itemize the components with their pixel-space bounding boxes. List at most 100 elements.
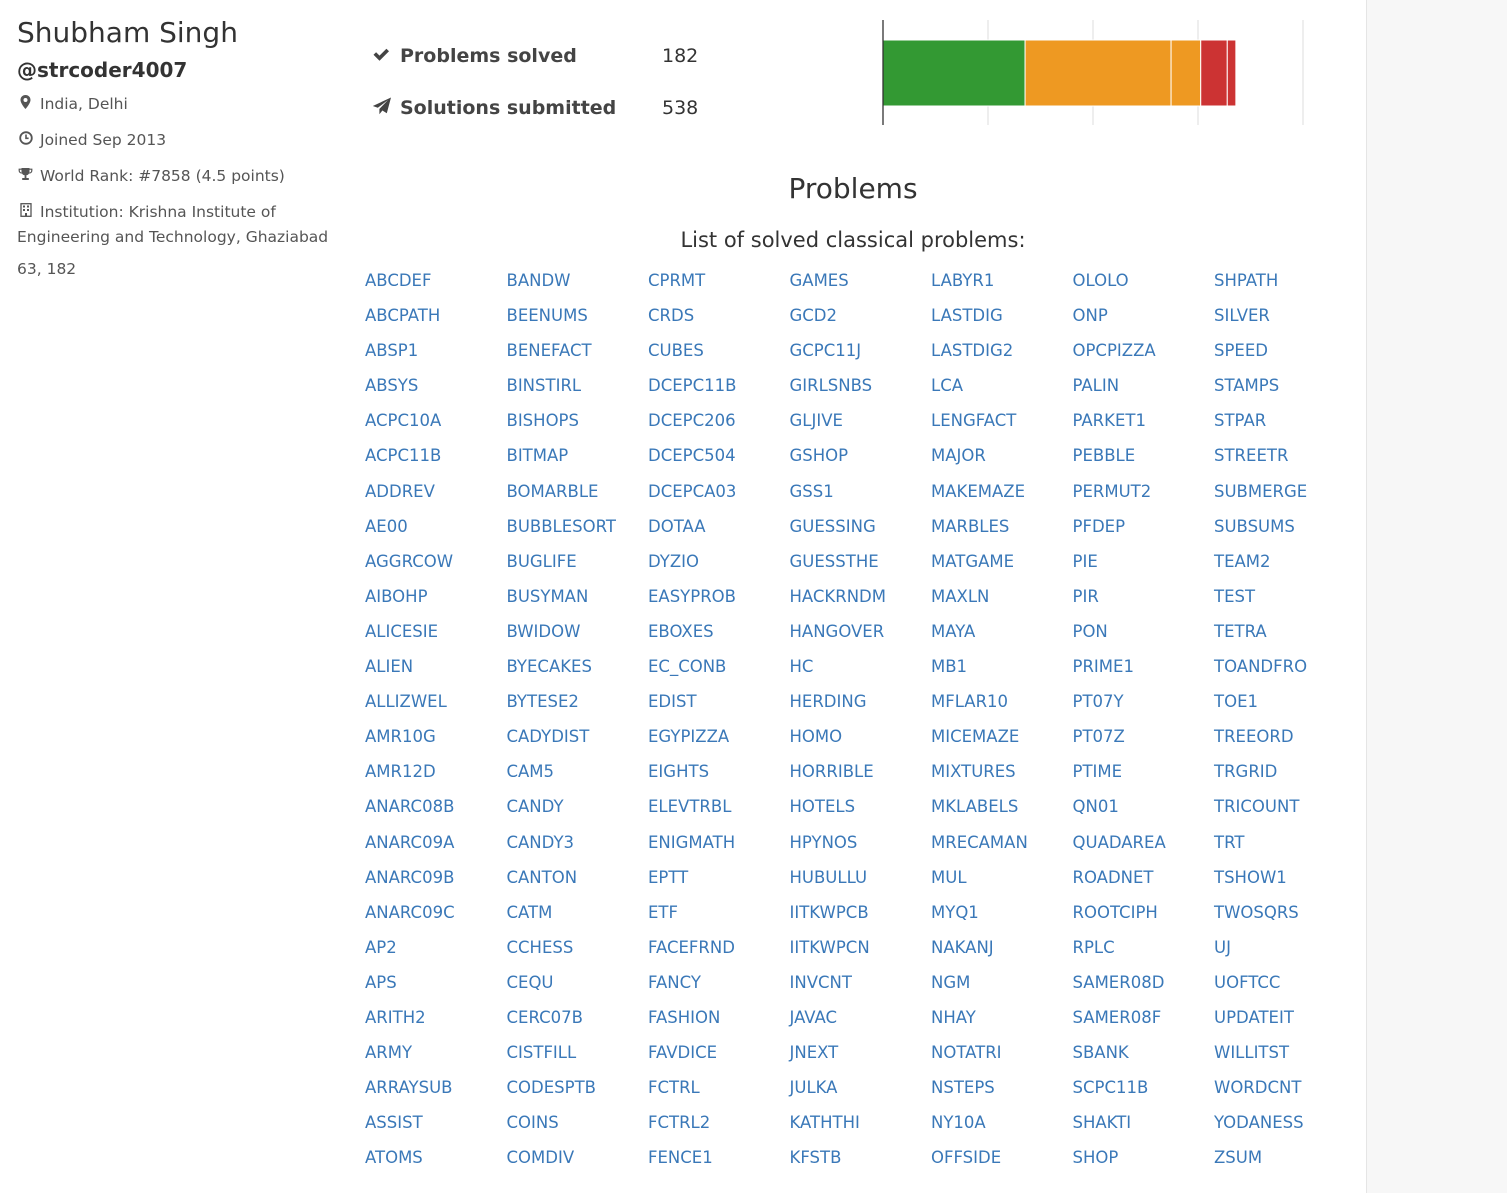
problem-link[interactable]: STREETR <box>1214 438 1356 473</box>
problem-link[interactable]: AGGRCOW <box>365 544 507 579</box>
problem-link[interactable]: AE00 <box>365 509 507 544</box>
problem-link[interactable]: BISHOPS <box>507 403 649 438</box>
problem-link[interactable]: DYZIO <box>648 544 790 579</box>
problem-link[interactable]: MRECAMAN <box>931 825 1073 860</box>
problem-link[interactable]: CATM <box>507 895 649 930</box>
problem-link[interactable]: BYTESE2 <box>507 684 649 719</box>
problem-link[interactable]: AIBOHP <box>365 579 507 614</box>
problem-link[interactable]: HORRIBLE <box>790 754 932 789</box>
problem-link[interactable]: NY10A <box>931 1105 1073 1140</box>
problem-link[interactable]: AP2 <box>365 930 507 965</box>
problem-link[interactable]: FENCE1 <box>648 1140 790 1175</box>
problem-link[interactable]: NGM <box>931 965 1073 1000</box>
problem-link[interactable]: TRICOUNT <box>1214 789 1356 824</box>
problem-link[interactable]: CAM5 <box>507 754 649 789</box>
problem-link[interactable]: ATOMS <box>365 1140 507 1175</box>
problem-link[interactable]: GCPC11J <box>790 333 932 368</box>
problem-link[interactable]: ANARC09B <box>365 860 507 895</box>
problem-link[interactable]: EIGHTS <box>648 754 790 789</box>
problem-link[interactable]: WORDCNT <box>1214 1070 1356 1105</box>
problem-link[interactable]: EDIST <box>648 684 790 719</box>
problem-link[interactable]: CANTON <box>507 860 649 895</box>
problem-link[interactable]: SHPATH <box>1214 263 1356 298</box>
problem-link[interactable]: ANARC09A <box>365 825 507 860</box>
problem-link[interactable]: TEST <box>1214 579 1356 614</box>
problem-link[interactable]: AMR10G <box>365 719 507 754</box>
problem-link[interactable]: COINS <box>507 1105 649 1140</box>
problem-link[interactable]: CUBES <box>648 333 790 368</box>
problem-link[interactable]: BOMARBLE <box>507 474 649 509</box>
problem-link[interactable]: SAMER08F <box>1073 1000 1215 1035</box>
problem-link[interactable]: SHAKTI <box>1073 1105 1215 1140</box>
problem-link[interactable]: FANCY <box>648 965 790 1000</box>
problem-link[interactable]: SCPC11B <box>1073 1070 1215 1105</box>
problem-link[interactable]: BEENUMS <box>507 298 649 333</box>
problem-link[interactable]: QN01 <box>1073 789 1215 824</box>
problem-link[interactable]: QUADAREA <box>1073 825 1215 860</box>
problem-link[interactable]: LCA <box>931 368 1073 403</box>
problem-link[interactable]: TEAM2 <box>1214 544 1356 579</box>
problem-link[interactable]: TSHOW1 <box>1214 860 1356 895</box>
problem-link[interactable]: SILVER <box>1214 298 1356 333</box>
problem-link[interactable]: KFSTB <box>790 1140 932 1175</box>
problem-link[interactable]: IITKWPCN <box>790 930 932 965</box>
problem-link[interactable]: HOMO <box>790 719 932 754</box>
problem-link[interactable]: HUBULLU <box>790 860 932 895</box>
problem-link[interactable]: MYQ1 <box>931 895 1073 930</box>
problem-link[interactable]: PARKET1 <box>1073 403 1215 438</box>
problem-link[interactable]: BITMAP <box>507 438 649 473</box>
problem-link[interactable]: CERC07B <box>507 1000 649 1035</box>
problem-link[interactable]: UOFTCC <box>1214 965 1356 1000</box>
problem-link[interactable]: PRIME1 <box>1073 649 1215 684</box>
problem-link[interactable]: DCEPC206 <box>648 403 790 438</box>
problem-link[interactable]: FCTRL <box>648 1070 790 1105</box>
problem-link[interactable]: CADYDIST <box>507 719 649 754</box>
problem-link[interactable]: GUESSING <box>790 509 932 544</box>
problem-link[interactable]: GSS1 <box>790 474 932 509</box>
problem-link[interactable]: CCHESS <box>507 930 649 965</box>
problem-link[interactable]: PON <box>1073 614 1215 649</box>
problem-link[interactable]: MAXLN <box>931 579 1073 614</box>
problem-link[interactable]: EBOXES <box>648 614 790 649</box>
problem-link[interactable]: YODANESS <box>1214 1105 1356 1140</box>
problem-link[interactable]: DCEPC11B <box>648 368 790 403</box>
problem-link[interactable]: COMDIV <box>507 1140 649 1175</box>
problem-link[interactable]: MICEMAZE <box>931 719 1073 754</box>
problem-link[interactable]: PEBBLE <box>1073 438 1215 473</box>
problem-link[interactable]: BYECAKES <box>507 649 649 684</box>
problem-link[interactable]: MATGAME <box>931 544 1073 579</box>
problem-link[interactable]: ASSIST <box>365 1105 507 1140</box>
problem-link[interactable]: ARRAYSUB <box>365 1070 507 1105</box>
problem-link[interactable]: IITKWPCB <box>790 895 932 930</box>
problem-link[interactable]: LENGFACT <box>931 403 1073 438</box>
problem-link[interactable]: MIXTURES <box>931 754 1073 789</box>
problem-link[interactable]: TETRA <box>1214 614 1356 649</box>
problem-link[interactable]: CANDY3 <box>507 825 649 860</box>
problem-link[interactable]: CANDY <box>507 789 649 824</box>
problem-link[interactable]: ACPC11B <box>365 438 507 473</box>
problem-link[interactable]: LASTDIG2 <box>931 333 1073 368</box>
problem-link[interactable]: HOTELS <box>790 789 932 824</box>
problem-link[interactable]: GIRLSNBS <box>790 368 932 403</box>
problem-link[interactable]: DCEPCA03 <box>648 474 790 509</box>
problem-link[interactable]: DOTAA <box>648 509 790 544</box>
problem-link[interactable]: WILLITST <box>1214 1035 1356 1070</box>
problem-link[interactable]: ELEVTRBL <box>648 789 790 824</box>
problem-link[interactable]: TOANDFRO <box>1214 649 1356 684</box>
problem-link[interactable]: HPYNOS <box>790 825 932 860</box>
problem-link[interactable]: SAMER08D <box>1073 965 1215 1000</box>
problem-link[interactable]: MAKEMAZE <box>931 474 1073 509</box>
problem-link[interactable]: FAVDICE <box>648 1035 790 1070</box>
problem-link[interactable]: OPCPIZZA <box>1073 333 1215 368</box>
problem-link[interactable]: ANARC09C <box>365 895 507 930</box>
problem-link[interactable]: HACKRNDM <box>790 579 932 614</box>
problem-link[interactable]: MAYA <box>931 614 1073 649</box>
problem-link[interactable]: PIE <box>1073 544 1215 579</box>
problem-link[interactable]: TOE1 <box>1214 684 1356 719</box>
problem-link[interactable]: EC_CONB <box>648 649 790 684</box>
problem-link[interactable]: ARITH2 <box>365 1000 507 1035</box>
problem-link[interactable]: MFLAR10 <box>931 684 1073 719</box>
problem-link[interactable]: STPAR <box>1214 403 1356 438</box>
problem-link[interactable]: NOTATRI <box>931 1035 1073 1070</box>
problem-link[interactable]: EASYPROB <box>648 579 790 614</box>
